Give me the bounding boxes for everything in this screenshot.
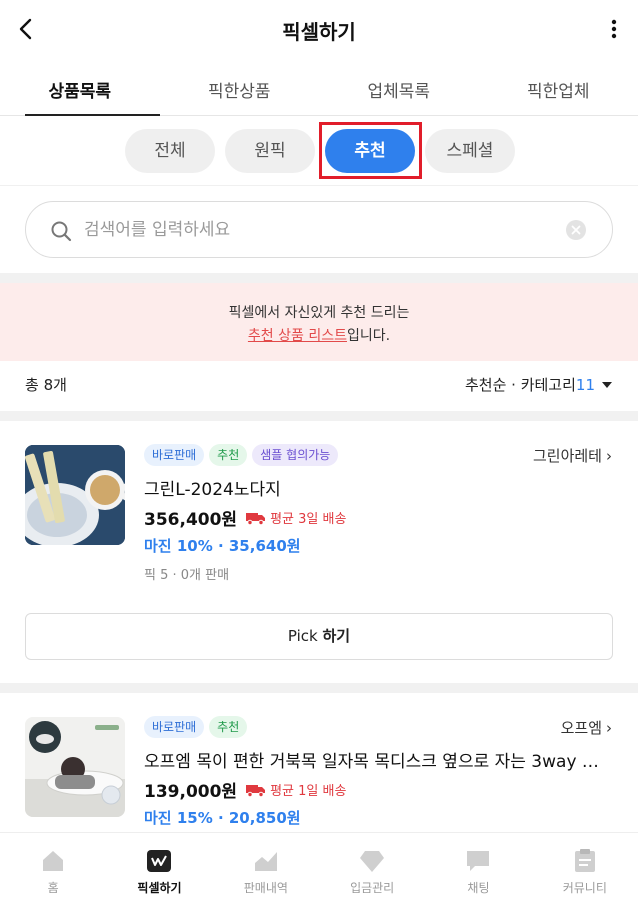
highlight-box [319, 122, 422, 179]
nav-chat-label: 채팅 [467, 881, 490, 895]
product-name[interactable]: 그린L-2024노다지 [144, 475, 604, 500]
badge-sample: 샘플 협의가능 [252, 444, 339, 466]
seller-name: 오프엠 [560, 719, 602, 737]
delivery-info: 평균 1일 배송 [270, 784, 347, 799]
banner-line-1: 픽셀에서 자신있게 추천 드리는 [228, 305, 410, 321]
product-badges: 바로판매 추천 샘플 협의가능 [144, 444, 339, 466]
diamond-icon [360, 851, 385, 872]
home-icon [43, 851, 64, 871]
pick-label: Pick [287, 627, 318, 645]
product-thumbnail[interactable] [25, 445, 125, 545]
pixel-icon [147, 850, 172, 872]
chip-special[interactable]: 스페셜 [425, 129, 515, 173]
recommend-banner: 픽셀에서 자신있게 추천 드리는 추천 상품 리스트입니다. [0, 283, 638, 361]
bottom-navigation: 홈 픽셀하기 판매내역 입금관리 채팅 커뮤니티 [0, 832, 638, 909]
badge-recommended: 추천 [209, 716, 248, 738]
board-icon [574, 849, 595, 872]
chart-icon [254, 852, 277, 871]
chat-icon [467, 851, 490, 871]
chevron-right-icon: › [606, 719, 612, 737]
search-input[interactable] [84, 202, 562, 257]
sort-label: 추천순 · 카테고리 [465, 376, 576, 394]
delivery-info: 평균 3일 배송 [270, 512, 347, 527]
total-count: 총 8개 [25, 376, 67, 394]
nav-deposit-label: 입금관리 [350, 881, 395, 895]
seller-name: 그린아레테 [532, 447, 602, 465]
sort-dropdown[interactable]: 추천순 · 카테고리11 [465, 374, 612, 395]
search-bar [25, 201, 613, 258]
nav-home-label: 홈 [47, 881, 59, 895]
margin-info: 마진 10% · 35,640원 [144, 537, 301, 555]
section-divider [0, 683, 638, 693]
product-badges: 바로판매 추천 [144, 716, 248, 738]
pick-button[interactable]: Pick 하기 [25, 613, 613, 660]
chevron-right-icon: › [606, 447, 612, 465]
nav-pixel-label: 픽셀하기 [137, 881, 182, 895]
product-name[interactable]: 오프엠 목이 편한 거북목 일자목 목디스크 옆으로 자는 3way 기능성 베… [144, 747, 604, 772]
truck-icon [246, 784, 266, 797]
banner-link[interactable]: 추천 상품 리스트 [248, 328, 347, 344]
product-thumbnail[interactable] [25, 717, 125, 817]
seller-link[interactable]: 오프엠 › [561, 717, 612, 738]
chip-one-pick[interactable]: 원픽 [225, 129, 315, 173]
list-summary: 총 8개 추천순 · 카테고리11 [0, 361, 638, 411]
product-card[interactable]: 바로판매 추천 샘플 협의가능 그린아레테 › 그린L-2024노다지 356,4… [0, 421, 638, 683]
product-image-icon [25, 717, 125, 817]
price-row: 139,000원 평균 1일 배송 [144, 777, 346, 802]
truck-icon [246, 512, 266, 525]
nav-chat[interactable]: 채팅 [425, 833, 531, 909]
product-image-icon [25, 445, 125, 545]
page-title: 픽셀하기 [282, 20, 356, 44]
clear-icon[interactable] [566, 220, 586, 240]
more-options-icon[interactable] [604, 16, 624, 42]
seller-link[interactable]: 그린아레테 › [533, 445, 612, 466]
product-price: 356,400원 [144, 510, 238, 530]
pick-action-label: 하기 [322, 627, 351, 645]
badge-direct-sale: 바로판매 [144, 716, 205, 738]
nav-sales-history[interactable]: 판매내역 [213, 833, 319, 909]
nav-deposit[interactable]: 입금관리 [319, 833, 425, 909]
caret-down-icon [602, 382, 612, 388]
section-divider [0, 273, 638, 283]
top-tabs: 상품목록 픽한상품 업체목록 픽한업체 [0, 60, 638, 116]
tab-product-list[interactable]: 상품목록 [0, 60, 160, 116]
tab-picked-products[interactable]: 픽한상품 [160, 60, 320, 115]
badge-recommended: 추천 [209, 444, 248, 466]
price-row: 356,400원 평균 3일 배송 [144, 505, 346, 530]
chip-all[interactable]: 전체 [125, 129, 215, 173]
pick-sales-stats: 픽 5 · 0개 판매 [144, 568, 230, 583]
nav-community[interactable]: 커뮤니티 [532, 833, 638, 909]
product-card[interactable]: 바로판매 추천 오프엠 › 오프엠 목이 편한 거북목 일자목 목디스크 옆으로 … [0, 693, 638, 832]
nav-home[interactable]: 홈 [0, 833, 106, 909]
nav-community-label: 커뮤니티 [562, 881, 607, 895]
banner-line-2: 추천 상품 리스트입니다. [0, 325, 638, 348]
nav-pixel[interactable]: 픽셀하기 [106, 833, 212, 909]
tab-picked-vendors[interactable]: 픽한업체 [479, 60, 638, 115]
badge-direct-sale: 바로판매 [144, 444, 205, 466]
section-divider [0, 411, 638, 421]
nav-sales-label: 판매내역 [243, 881, 288, 895]
tab-vendor-list[interactable]: 업체목록 [319, 60, 479, 115]
category-count: 11 [575, 376, 595, 394]
margin-info: 마진 15% · 20,850원 [144, 809, 301, 827]
banner-suffix: 입니다. [346, 328, 391, 344]
product-price: 139,000원 [144, 782, 238, 802]
search-icon [51, 221, 72, 242]
app-header: 픽셀하기 [0, 0, 638, 58]
